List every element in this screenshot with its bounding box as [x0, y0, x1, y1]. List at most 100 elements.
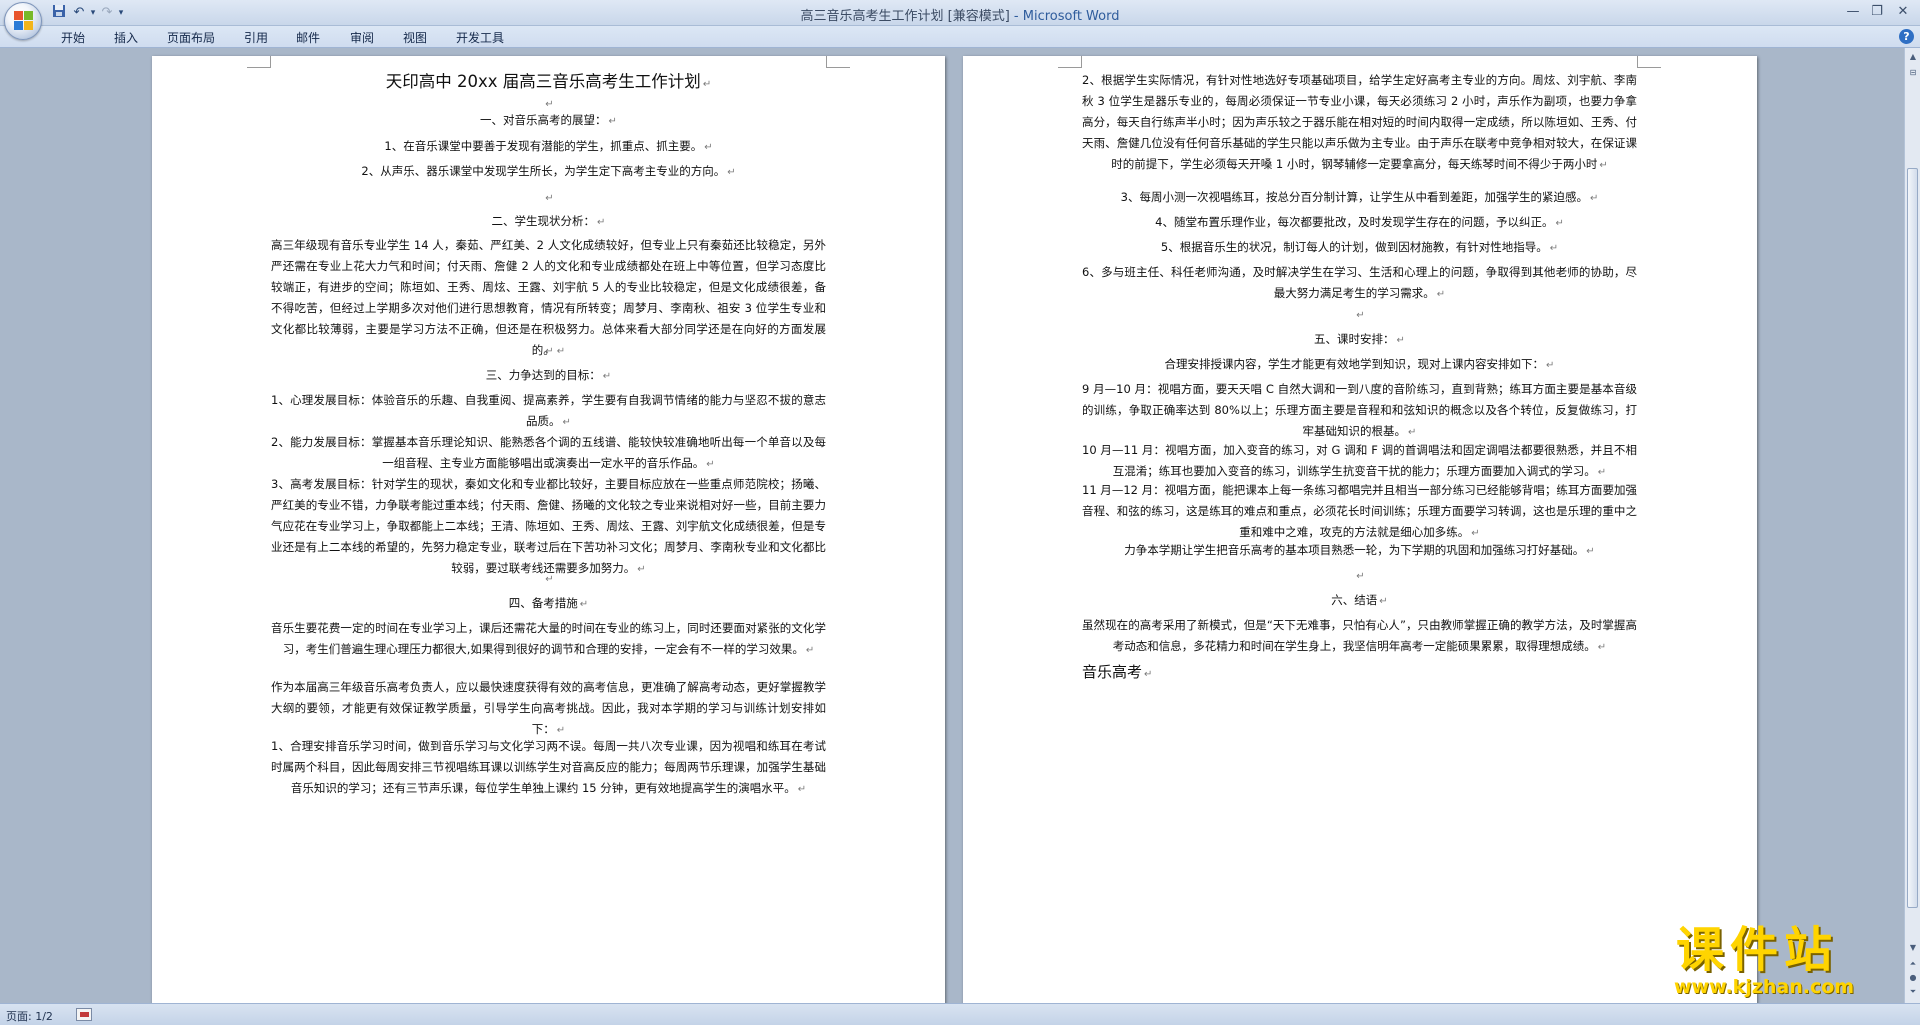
paragraph-mark-icon: ↵	[706, 459, 715, 470]
paragraph-mark-icon: ↵	[545, 574, 554, 585]
paragraph[interactable]: 虽然现在的高考采用了新模式，但是“天下无难事，只怕有心人”，只由教师掌握正确的教…	[1082, 615, 1637, 658]
paragraph-text: 1、在音乐课堂中要善于发现有潜能的学生，抓重点、抓主要。	[384, 139, 703, 153]
paragraph[interactable]: 5、根据音乐生的状况，制订每人的计划，做到因材施教，有针对性地指导。 ↵	[1082, 237, 1637, 259]
paragraph-text: 五、课时安排：	[1314, 332, 1395, 346]
select-browse-object-icon[interactable]: ●	[1906, 971, 1920, 985]
vertical-scrollbar[interactable]: ▲ ⊟ ▼ ⏶ ● ⏷	[1904, 48, 1920, 1003]
paragraph-mark-icon: ↵	[545, 193, 554, 204]
empty-paragraph[interactable]: ↵	[271, 187, 826, 209]
paragraph[interactable]: 2、从声乐、器乐课堂中发现学生所长，为学生定下高考主专业的方向。 ↵	[271, 161, 826, 183]
empty-paragraph[interactable]: ↵	[1082, 304, 1637, 326]
paragraph-text: 力争本学期让学生把音乐高考的基本项目熟悉一轮，为下学期的巩固和加强练习打好基础。	[1124, 543, 1585, 557]
paragraph[interactable]: 1、心理发展目标：体验音乐的乐趣、自我重阅、提高素养，学生要有自我调节情绪的能力…	[271, 390, 826, 433]
paragraph-text: 10 月—11 月：视唱方面，加入变音的练习，对 G 调和 F 调的首调唱法和固…	[1082, 443, 1637, 478]
tab-references[interactable]: 引用	[244, 29, 268, 46]
paragraph-text: 四、备考措施	[508, 596, 578, 610]
status-bar: 页面: 1/2	[0, 1003, 1920, 1025]
paragraph[interactable]: 10 月—11 月：视唱方面，加入变音的练习，对 G 调和 F 调的首调唱法和固…	[1082, 440, 1637, 483]
help-icon[interactable]: ?	[1899, 29, 1914, 44]
paragraph[interactable]: 6、多与班主任、科任老师沟通，及时解决学生在学习、生活和心理上的问题，争取得到其…	[1082, 262, 1637, 305]
tab-insert[interactable]: 插入	[114, 29, 138, 46]
paragraph[interactable]: 一、对音乐高考的展望： ↵	[271, 110, 826, 132]
paragraph-text: 1、合理安排音乐学习时间，做到音乐学习与文化学习两不误。每周一共八次专业课，因为…	[271, 739, 826, 795]
paragraph[interactable]: 二、学生现状分析： ↵	[271, 211, 826, 233]
paragraph[interactable]: 3、高考发展目标：针对学生的现状，秦如文化和专业都比较好，主要目标应放在一些重点…	[271, 474, 826, 580]
tab-page-layout[interactable]: 页面布局	[167, 29, 215, 46]
close-button[interactable]: ✕	[1892, 3, 1914, 21]
app-name: Microsoft Word	[1022, 9, 1120, 24]
paragraph[interactable]: 作为本届高三年级音乐高考负责人，应以最快速度获得有效的高考信息，更准确了解高考动…	[271, 677, 826, 741]
title-bar: ↶ ▾ ↷ ▾ 高三音乐高考生工作计划 [兼容模式] - Microsoft W…	[0, 0, 1920, 40]
paragraph-text: 三、力争达到的目标：	[485, 368, 601, 382]
paragraph-text: 天印高中 20xx 届高三音乐高考生工作计划	[385, 72, 701, 91]
paragraph[interactable]: 力争本学期让学生把音乐高考的基本项目熟悉一轮，为下学期的巩固和加强练习打好基础。…	[1082, 540, 1637, 562]
paragraph-text: 2、根据学生实际情况，有针对性地选好专项基础项目，给学生定好高考主专业的方向。周…	[1082, 73, 1637, 171]
scroll-down-icon[interactable]: ▼	[1906, 941, 1920, 955]
office-logo-icon	[14, 11, 34, 31]
paragraph-mark-icon: ↵	[1471, 528, 1480, 539]
office-button[interactable]	[4, 2, 42, 40]
document-page-1[interactable]: 天印高中 20xx 届高三音乐高考生工作计划 ↵ ↵ 一、对音乐高考的展望： ↵ 1、在音…	[152, 56, 945, 1003]
paragraph-text: 一、对音乐高考的展望：	[480, 113, 607, 127]
paragraph[interactable]: 2、根据学生实际情况，有针对性地选好专项基础项目，给学生定好高考主专业的方向。周…	[1082, 70, 1637, 176]
paragraph[interactable]: 2、能力发展目标：掌握基本音乐理论知识、能熟悉各个调的五线谱、能较快较准确地听出…	[271, 432, 826, 475]
paragraph[interactable]: 音乐生要花费一定的时间在专业学习上，课后还需花大量的时间在专业的练习上，同时还要…	[271, 618, 826, 661]
paragraph[interactable]: 1、合理安排音乐学习时间，做到音乐学习与文化学习两不误。每周一共八次专业课，因为…	[271, 736, 826, 800]
paragraph[interactable]: 11 月—12 月：视唱方面，能把课本上每一条练习都唱完并且相当一部分练习已经能…	[1082, 480, 1637, 544]
paragraph[interactable]: 音乐高考 ↵	[1082, 660, 1637, 687]
paragraph-mark-icon: ↵	[1379, 596, 1388, 607]
paragraph-mark-icon: ↵	[727, 167, 736, 178]
tab-developer[interactable]: 开发工具	[456, 29, 504, 46]
paragraph[interactable]: 1、在音乐课堂中要善于发现有潜能的学生，抓重点、抓主要。 ↵	[271, 136, 826, 158]
paragraph-text: 3、高考发展目标：针对学生的现状，秦如文化和专业都比较好，主要目标应放在一些重点…	[271, 477, 826, 575]
restore-button[interactable]: ❐	[1866, 3, 1888, 21]
paragraph-mark-icon: ↵	[797, 784, 807, 795]
paragraph-mark-icon: ↵	[1586, 546, 1595, 557]
minimize-button[interactable]: —	[1842, 3, 1864, 21]
paragraph-mark-icon: ↵	[597, 217, 606, 228]
document-workspace: 天印高中 20xx 届高三音乐高考生工作计划 ↵ ↵ 一、对音乐高考的展望： ↵ 1、在音…	[0, 48, 1904, 1003]
paragraph-mark-icon: ↵	[1555, 218, 1564, 229]
paragraph-mark-icon: ↵	[1356, 310, 1365, 321]
paragraph-mark-icon: ↵	[608, 116, 617, 127]
scroll-up-icon[interactable]: ▲	[1906, 50, 1920, 64]
paragraph-text: 11 月—12 月：视唱方面，能把课本上每一条练习都唱完并且相当一部分练习已经能…	[1082, 483, 1637, 539]
paragraph-mark-icon: ↵	[1408, 427, 1417, 438]
paragraph[interactable]: 4、随堂布置乐理作业，每次都要批改，及时发现学生存在的问题，予以纠正。 ↵	[1082, 212, 1637, 234]
paragraph[interactable]: 六、结语 ↵	[1082, 590, 1637, 612]
scroll-thumb[interactable]	[1907, 168, 1918, 908]
next-page-icon[interactable]: ⏷	[1906, 985, 1920, 999]
paragraph-mark-icon: ↵	[1396, 335, 1405, 346]
tab-mailings[interactable]: 邮件	[296, 29, 320, 46]
paragraph[interactable]: 三、力争达到的目标： ↵	[271, 365, 826, 387]
proofing-status-icon[interactable]	[76, 1008, 92, 1021]
paragraph[interactable]: 9 月—10 月：视唱方面，要天天唱 C 自然大调和一到八度的音阶练习，直到背熟…	[1082, 379, 1637, 443]
paragraph-text: 作为本届高三年级音乐高考负责人，应以最快速度获得有效的高考信息，更准确了解高考动…	[271, 680, 826, 736]
paragraph[interactable]: 3、每周小测一次视唱练耳，按总分百分制计算，让学生从中看到差距，加强学生的紧迫感…	[1082, 187, 1637, 209]
paragraph-text: 音乐高考	[1082, 663, 1143, 681]
empty-paragraph[interactable]: ↵	[271, 568, 826, 590]
paragraph-text: 合理安排授课内容，学生才能更有效地学到知识，现对上课内容安排如下：	[1164, 357, 1545, 371]
paragraph-mark-icon: ↵	[702, 79, 712, 90]
empty-paragraph[interactable]: ↵	[271, 340, 826, 362]
tab-home[interactable]: 开始	[61, 29, 85, 46]
paragraph-text: 二、学生现状分析：	[491, 214, 596, 228]
document-page-2[interactable]: 2、根据学生实际情况，有针对性地选好专项基础项目，给学生定好高考主专业的方向。周…	[963, 56, 1757, 1003]
paragraph[interactable]: 四、备考措施 ↵	[271, 593, 826, 615]
previous-page-icon[interactable]: ⏶	[1906, 957, 1920, 971]
paragraph[interactable]: 合理安排授课内容，学生才能更有效地学到知识，现对上课内容安排如下： ↵	[1082, 354, 1637, 376]
paragraph-text: 3、每周小测一次视唱练耳，按总分百分制计算，让学生从中看到差距，加强学生的紧迫感…	[1120, 190, 1588, 204]
paragraph-mark-icon: ↵	[1144, 669, 1153, 680]
page-indicator[interactable]: 页面: 1/2	[6, 1008, 53, 1024]
paragraph-text: 9 月—10 月：视唱方面，要天天唱 C 自然大调和一到八度的音阶练习，直到背熟…	[1082, 382, 1637, 438]
ruler-toggle-icon[interactable]: ⊟	[1906, 66, 1920, 80]
paragraph-mark-icon: ↵	[1597, 467, 1607, 478]
tab-view[interactable]: 视图	[403, 29, 427, 46]
paragraph-mark-icon: ↵	[545, 346, 554, 357]
paragraph[interactable]: 五、课时安排： ↵	[1082, 329, 1637, 351]
tab-review[interactable]: 审阅	[350, 29, 374, 46]
paragraph-mark-icon: ↵	[579, 599, 589, 610]
paragraph-mark-icon: ↵	[602, 371, 612, 382]
empty-paragraph[interactable]: ↵	[1082, 565, 1637, 587]
margin-corner-mark	[247, 56, 271, 68]
